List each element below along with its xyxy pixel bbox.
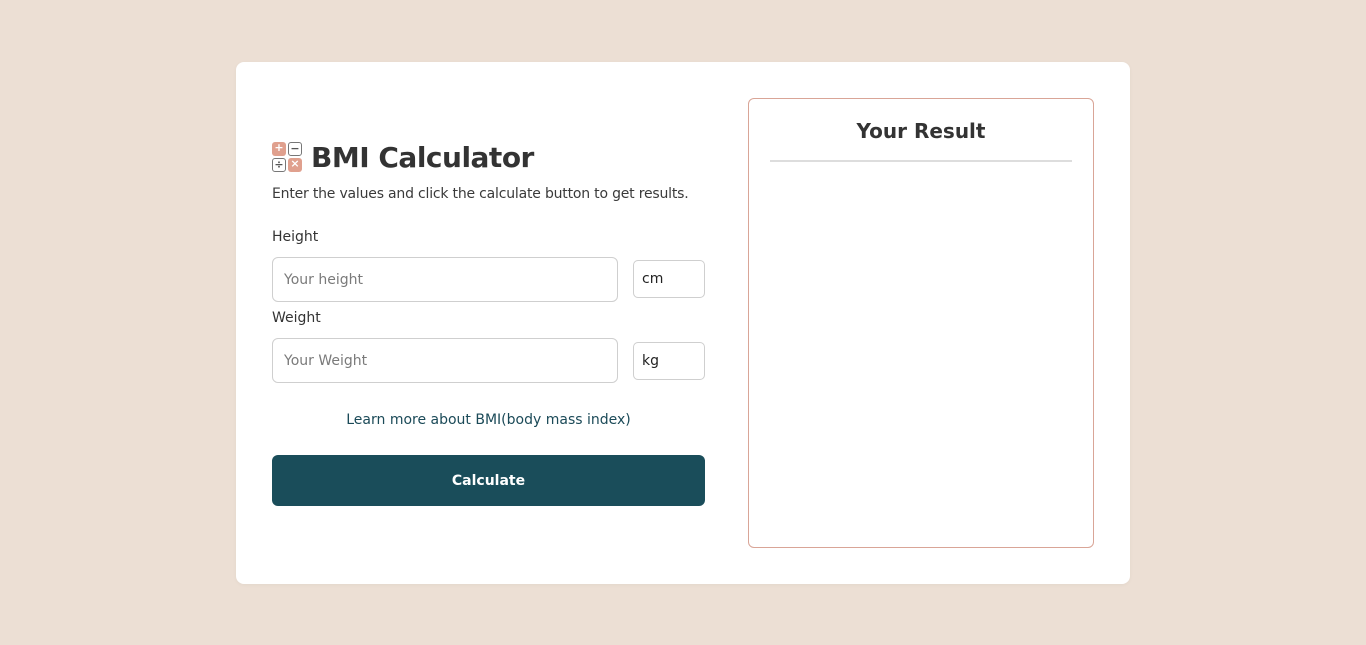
title-row: + − ÷ × BMI Calculator bbox=[272, 140, 534, 174]
plus-icon: + bbox=[272, 141, 286, 156]
page-title: BMI Calculator bbox=[311, 140, 534, 174]
calculator-form-panel: + − ÷ × BMI Calculator Enter the values … bbox=[272, 62, 705, 584]
weight-unit-select[interactable]: kg bbox=[633, 342, 705, 380]
calculate-button[interactable]: Calculate bbox=[272, 455, 705, 506]
calculator-icon: + − ÷ × bbox=[272, 141, 303, 173]
divide-icon: ÷ bbox=[272, 157, 286, 172]
height-input[interactable] bbox=[272, 257, 618, 302]
calculator-card: + − ÷ × BMI Calculator Enter the values … bbox=[236, 62, 1130, 584]
height-unit-select[interactable]: cm bbox=[633, 260, 705, 298]
result-divider bbox=[770, 160, 1072, 162]
multiply-icon: × bbox=[288, 157, 302, 172]
page-subtitle: Enter the values and click the calculate… bbox=[272, 186, 689, 202]
weight-label: Weight bbox=[272, 310, 321, 326]
height-label: Height bbox=[272, 229, 319, 245]
result-panel: Your Result bbox=[748, 98, 1094, 548]
learn-more-link[interactable]: Learn more about BMI(body mass index) bbox=[272, 412, 705, 428]
weight-input[interactable] bbox=[272, 338, 618, 383]
result-title: Your Result bbox=[856, 119, 986, 143]
minus-icon: − bbox=[288, 141, 302, 156]
